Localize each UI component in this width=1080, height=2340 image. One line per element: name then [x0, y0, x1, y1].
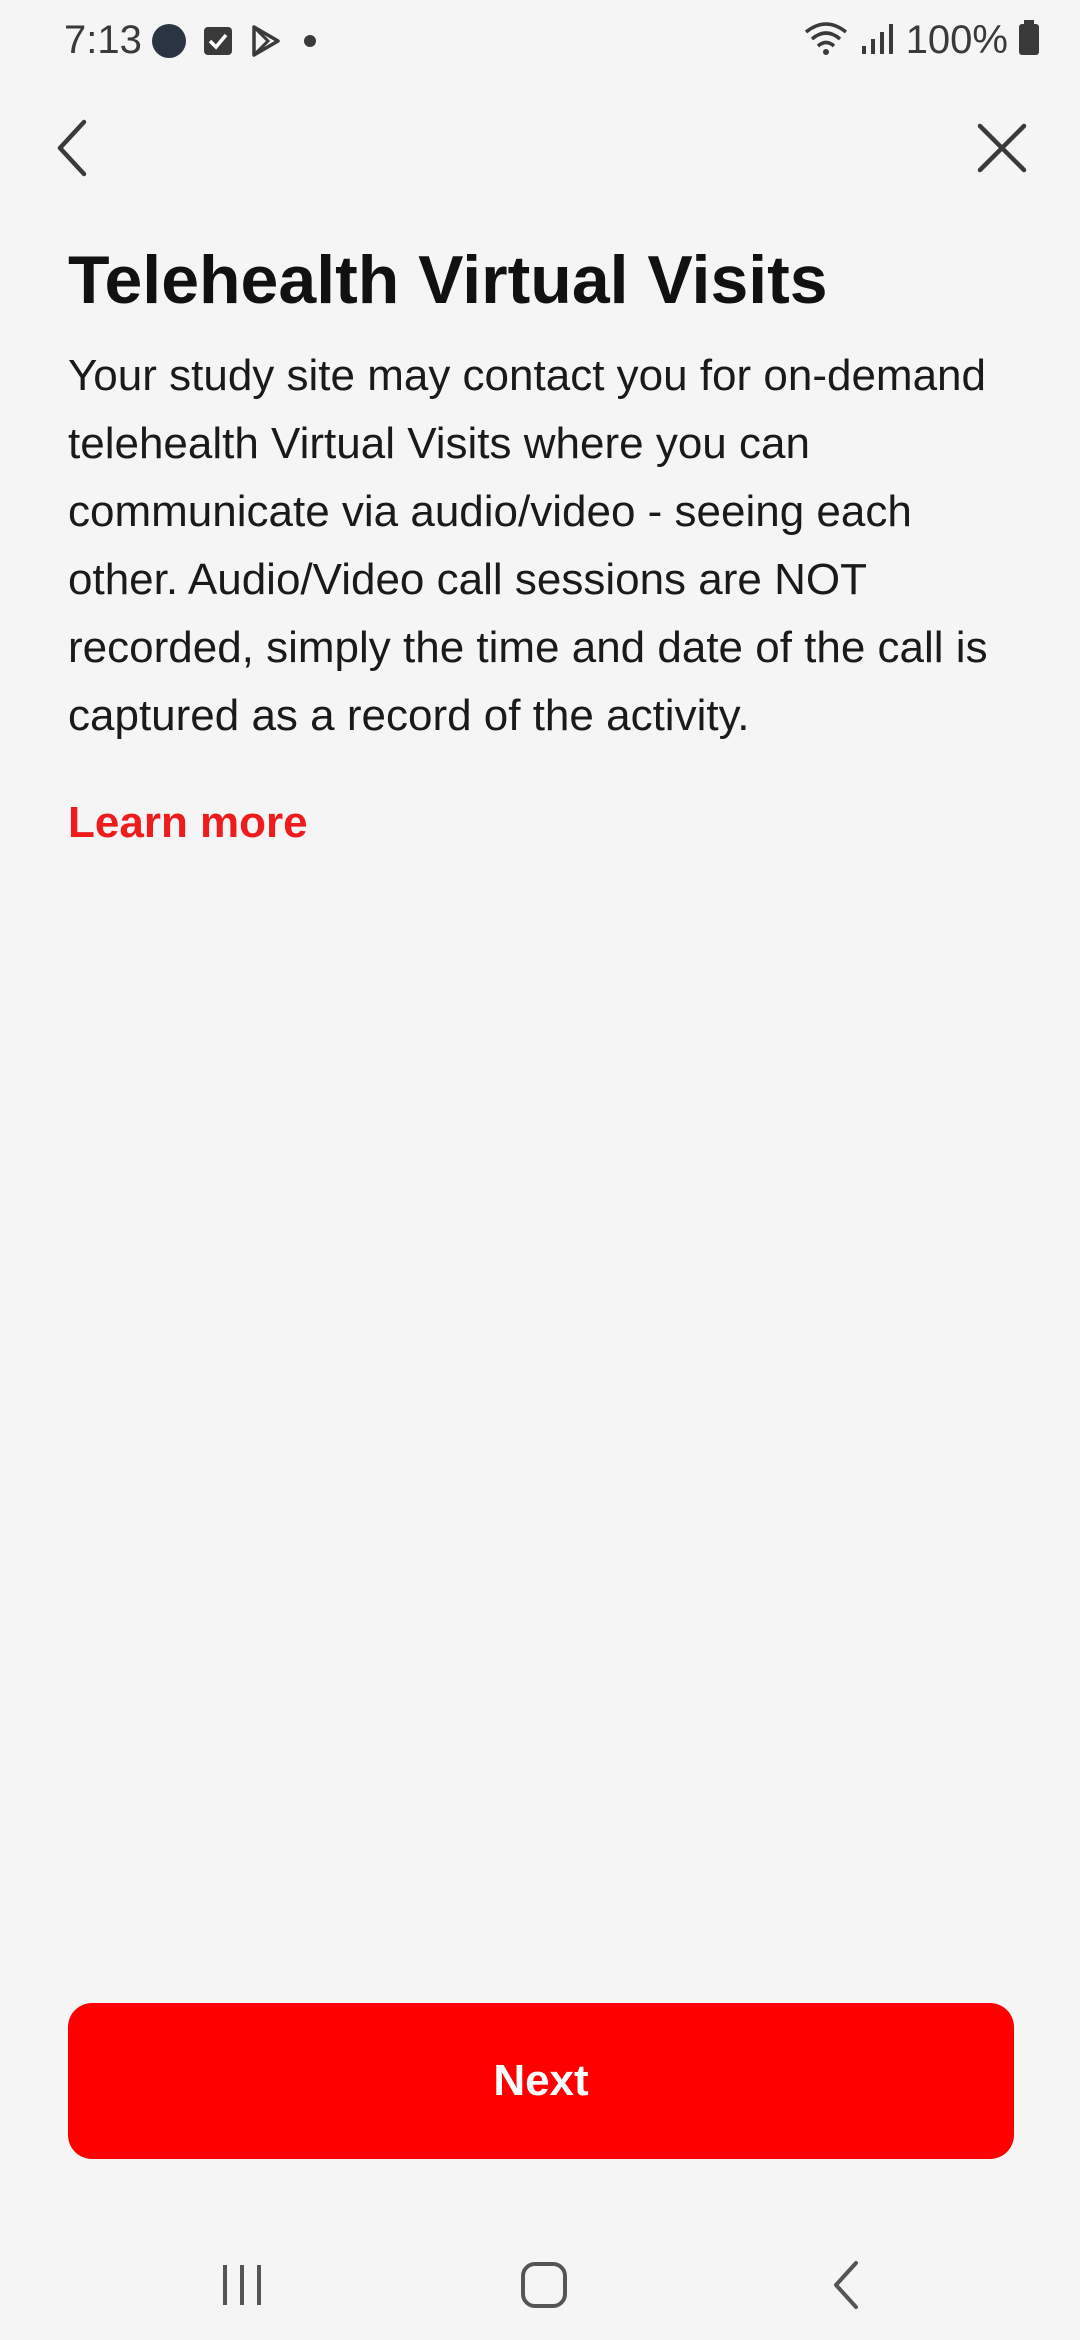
home-icon — [521, 2262, 567, 2308]
play-store-icon — [248, 23, 284, 64]
back-button[interactable] — [40, 110, 104, 186]
recent-apps-button[interactable] — [192, 2250, 292, 2320]
status-bar: 7:13 100% — [0, 0, 1080, 88]
system-back-button[interactable] — [796, 2250, 896, 2320]
chevron-left-icon — [57, 119, 87, 177]
system-status-icons: 100% — [802, 18, 1040, 63]
battery-percentage: 100% — [905, 18, 1008, 62]
dot-icon — [298, 29, 322, 58]
home-button[interactable] — [494, 2250, 594, 2320]
recent-apps-icon — [223, 2265, 261, 2305]
system-navigation-bar — [0, 2220, 1080, 2340]
wifi-icon — [802, 18, 850, 63]
battery-icon — [1018, 20, 1040, 61]
nav-header — [0, 100, 1080, 196]
close-icon — [977, 123, 1027, 173]
signal-icon — [860, 20, 896, 61]
app-circle-icon — [150, 22, 188, 65]
next-button[interactable]: Next — [68, 2003, 1014, 2159]
learn-more-link[interactable]: Learn more — [68, 798, 308, 848]
description-text: Your study site may contact you for on-d… — [68, 351, 988, 740]
page-title: Telehealth Virtual Visits — [68, 242, 828, 318]
notification-icons — [150, 22, 322, 65]
back-icon — [834, 2261, 858, 2309]
status-time: 7:13 — [64, 18, 142, 62]
checkbox-icon — [202, 25, 234, 62]
close-button[interactable] — [964, 110, 1040, 186]
